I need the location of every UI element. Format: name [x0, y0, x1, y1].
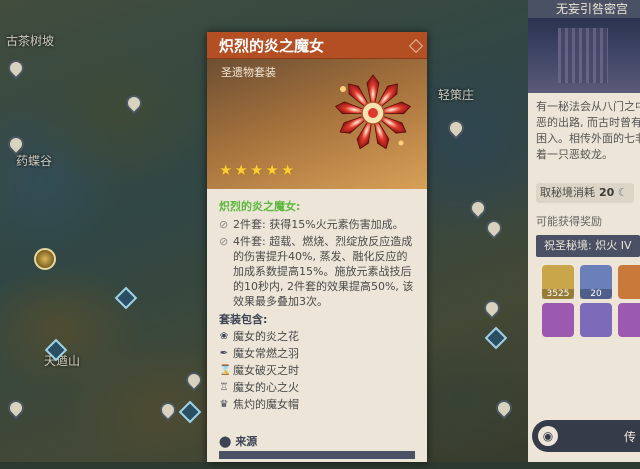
- location-icon: ◉: [538, 426, 558, 446]
- teleport-label: 传: [623, 430, 636, 444]
- rewards-title: 可能获得奖励: [536, 215, 602, 228]
- map-pin-icon[interactable]: [482, 216, 506, 240]
- artifact-flower-icon[interactable]: [542, 303, 574, 337]
- star-icon: ★: [219, 161, 233, 179]
- map-label: 药蝶谷: [16, 154, 53, 168]
- card-title: 炽烈的炎之魔女: [219, 37, 325, 55]
- plume-icon: ✒: [219, 348, 229, 359]
- desc-line: 有一秘法会从八门之中: [536, 100, 640, 113]
- set-piece-sands: ⌛ 魔女破灭之时: [219, 362, 417, 379]
- bonus-inactive-icon: ⊘: [219, 235, 229, 248]
- bonus-text: 2件套: 获得15%火元素伤害加成。: [233, 218, 404, 231]
- set-bonus-2pc: ⊘ 2件套: 获得15%火元素伤害加成。: [219, 217, 417, 232]
- rarity-stars: ★ ★ ★ ★ ★: [219, 163, 294, 178]
- piece-name: 魔女常燃之羽: [233, 347, 299, 360]
- set-piece-flower: ❀ 魔女的炎之花: [219, 328, 417, 345]
- reward-qty: 3525: [542, 289, 574, 299]
- bonus-inactive-icon: ⊘: [219, 218, 229, 231]
- domain-level-select[interactable]: 祝圣秘境: 炽火 IV: [536, 235, 640, 257]
- diamond-ornament-icon: [408, 38, 424, 54]
- map-pin-icon[interactable]: [4, 396, 28, 420]
- map-pin-icon[interactable]: [122, 91, 146, 115]
- card-hero: 圣遗物套装 ★ ★ ★ ★ ★: [207, 59, 427, 189]
- artifact-goblet-icon[interactable]: [618, 303, 640, 337]
- cost-label: 取秘境消耗: [540, 186, 595, 199]
- source-section: ⬤ 来源: [219, 434, 257, 449]
- teleport-waypoint-icon[interactable]: [178, 400, 202, 424]
- domain-marker-icon[interactable]: [34, 248, 56, 270]
- piece-name: 魔女的心之火: [233, 381, 299, 394]
- circlet-icon: ♛: [219, 399, 229, 410]
- flower-icon: ❀: [219, 331, 229, 342]
- desc-line: 恶的出路, 而古时曾有: [536, 116, 640, 129]
- desc-line: 困入。相传外面的七非: [536, 132, 640, 145]
- teleport-waypoint-icon[interactable]: [484, 326, 508, 350]
- set-pieces-title: 套装包含:: [219, 313, 268, 326]
- map-label: 轻策庄: [438, 88, 475, 102]
- artifact-set-card: 炽烈的炎之魔女 圣遗物套装 ★ ★ ★ ★ ★ 炽烈的炎之魔女: ⊘ 2件套: …: [207, 32, 427, 462]
- map-pin-icon[interactable]: [444, 116, 468, 140]
- map-pin-icon[interactable]: [466, 196, 490, 220]
- map-pin-icon[interactable]: [182, 368, 206, 392]
- resin-cost: 取秘境消耗 20 ☾: [536, 183, 634, 203]
- domain-image: [528, 18, 640, 93]
- cost-value: 20: [599, 186, 615, 199]
- piece-name: 魔女破灭之时: [233, 364, 299, 377]
- resin-icon: ☾: [617, 186, 628, 199]
- artifact-type-label: 圣遗物套装: [221, 66, 276, 79]
- flower-of-life-artifact-icon: [334, 74, 412, 150]
- domain-title: 无妄引咎密宫: [528, 0, 640, 18]
- desc-line: 着一只恶蛟龙。: [536, 148, 613, 161]
- card-title-bar: 炽烈的炎之魔女: [207, 32, 427, 59]
- hourglass-icon: ⌛: [219, 365, 232, 376]
- set-piece-goblet: ♖ 魔女的心之火: [219, 379, 417, 396]
- goblet-icon: ♖: [219, 382, 229, 393]
- mora-icon[interactable]: 3525: [542, 265, 574, 299]
- star-icon: ★: [234, 161, 248, 179]
- teleport-waypoint-icon[interactable]: [114, 286, 138, 310]
- set-name: 炽烈的炎之魔女:: [219, 200, 301, 213]
- source-label: 来源: [235, 435, 258, 448]
- piece-name: 魔女的炎之花: [233, 330, 299, 343]
- domain-panel: 无妄引咎密宫 有一秘法会从八门之中 恶的出路, 而古时曾有 困入。相传外面的七非…: [528, 0, 640, 462]
- set-piece-plume: ✒ 魔女常燃之羽: [219, 345, 417, 362]
- location-pin-icon: ⬤: [219, 435, 232, 448]
- map-pin-icon[interactable]: [4, 56, 28, 80]
- card-body: 炽烈的炎之魔女: ⊘ 2件套: 获得15%火元素伤害加成。 ⊘ 4件套: 超载、…: [207, 189, 427, 469]
- set-piece-circlet: ♛ 焦灼的魔女帽: [219, 396, 417, 413]
- map-pin-icon[interactable]: [156, 398, 180, 422]
- star-icon: ★: [249, 161, 264, 179]
- star-icon: ★: [265, 161, 279, 179]
- artifact-plume-icon[interactable]: [580, 303, 612, 337]
- artifact-icon[interactable]: [618, 265, 640, 299]
- source-entry[interactable]: [219, 451, 415, 459]
- domain-description: 有一秘法会从八门之中 恶的出路, 而古时曾有 困入。相传外面的七非 着一只恶蛟龙…: [528, 93, 640, 179]
- star-icon: ★: [280, 161, 295, 179]
- map-label: 古茶树坡: [6, 34, 55, 48]
- reward-qty: 20: [580, 289, 612, 299]
- bonus-text: 4件套: 超载、燃烧、烈绽放反应造成的伤害提升40%, 蒸发、融化反应的加成系数…: [233, 235, 414, 308]
- piece-name: 焦灼的魔女帽: [233, 398, 299, 411]
- map-pin-icon[interactable]: [492, 396, 516, 420]
- set-bonus-4pc: ⊘ 4件套: 超载、燃烧、烈绽放反应造成的伤害提升40%, 蒸发、融化反应的加成…: [219, 234, 417, 309]
- rewards-grid: 3525 20: [542, 265, 640, 337]
- map-pin-icon[interactable]: [480, 296, 504, 320]
- teleport-button[interactable]: ◉ 传: [532, 420, 640, 452]
- exp-icon[interactable]: 20: [580, 265, 612, 299]
